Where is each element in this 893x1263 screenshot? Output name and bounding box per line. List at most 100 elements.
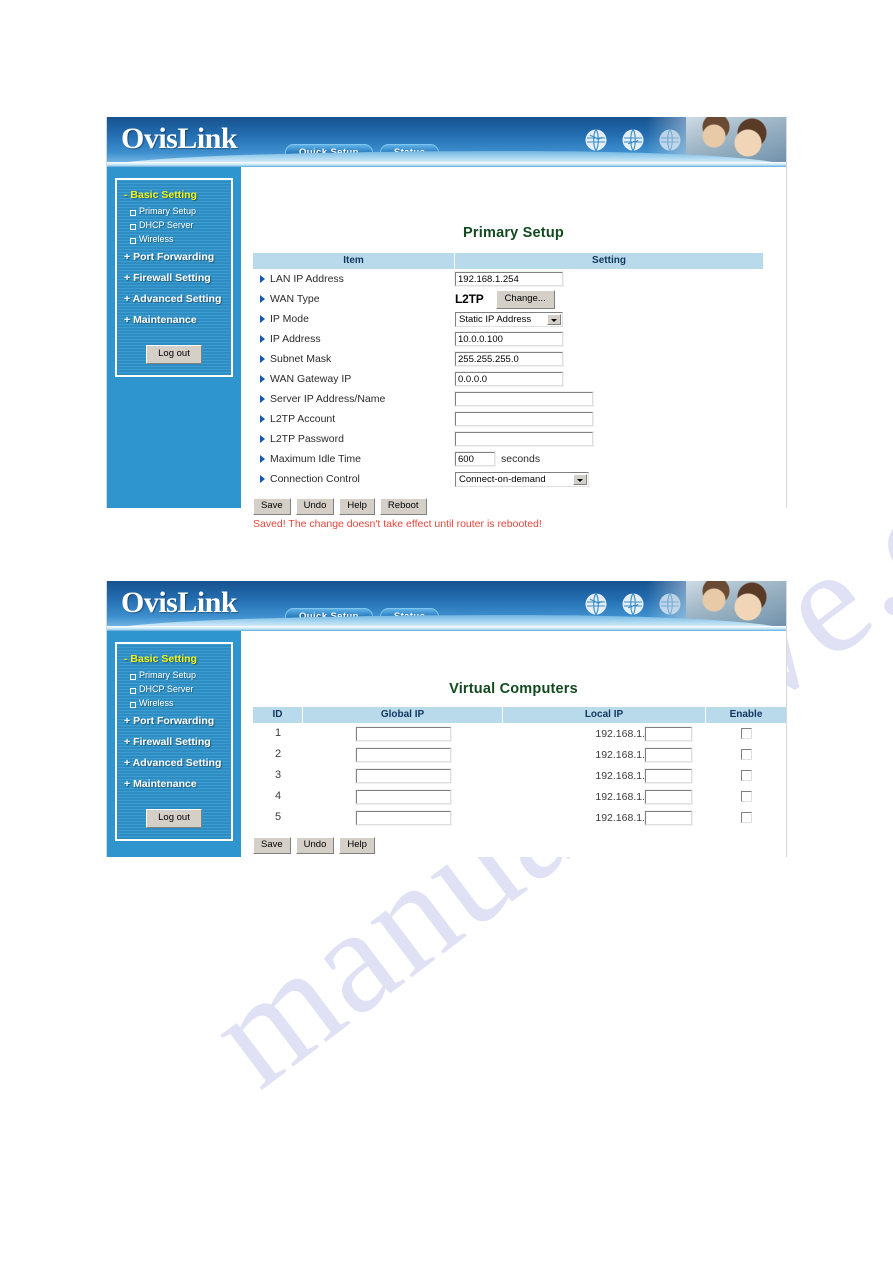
sidebar-item-primary-setup[interactable]: Primary Setup	[117, 204, 231, 218]
sidebar-group-prefix: -	[124, 189, 128, 201]
sidebar-item-advanced-setting[interactable]: + Advanced Setting	[117, 752, 231, 773]
server-ip-address-name-input[interactable]	[454, 391, 594, 407]
chevron-down-icon[interactable]	[573, 473, 587, 485]
sidebar-item-wireless[interactable]: Wireless	[117, 232, 231, 246]
logout-button[interactable]: Log out	[146, 345, 202, 364]
sidebar-group-prefix: +	[124, 293, 131, 305]
row-enable-cell	[706, 749, 786, 760]
sidebar-item-primary-setup[interactable]: Primary Setup	[117, 668, 231, 682]
enable-checkbox[interactable]	[740, 749, 752, 760]
page-title: Primary Setup	[463, 225, 564, 241]
logout-button[interactable]: Log out	[146, 809, 202, 828]
row-value-wrapper: 600 seconds	[454, 451, 540, 467]
sidebar-item-dhcp-server[interactable]: DHCP Server	[117, 682, 231, 696]
row-label: IP Mode	[270, 313, 309, 325]
global-ip-input[interactable]	[354, 767, 452, 784]
ip-mode-select[interactable]: Static IP Address	[455, 311, 563, 327]
row-id: 3	[274, 769, 282, 781]
local-ip-input[interactable]	[644, 809, 693, 826]
form-row-server-ip-address-name: Server IP Address/Name	[253, 389, 764, 409]
undo-button[interactable]: Undo	[295, 837, 335, 854]
row-enable-cell	[706, 728, 786, 739]
sidebar-group-prefix: -	[124, 653, 128, 665]
sidebar-item-firewall-setting[interactable]: + Firewall Setting	[117, 731, 231, 752]
bullet-triangle-icon	[260, 475, 265, 483]
sidebar-group-prefix: +	[124, 251, 131, 263]
globe-icon	[622, 593, 644, 615]
sidebar-item-basic-setting[interactable]: - Basic Setting	[117, 188, 231, 204]
wan-gateway-ip-input[interactable]: 0.0.0.0	[454, 371, 564, 387]
sidebar-item-port-forwarding[interactable]: + Port Forwarding	[117, 710, 231, 731]
local-ip-input[interactable]	[644, 725, 693, 742]
enable-checkbox[interactable]	[740, 791, 752, 802]
local-ip-input[interactable]	[644, 788, 693, 805]
sidebar-group-prefix: +	[124, 757, 131, 769]
connection-control-select[interactable]: Connect-on-demand	[455, 471, 589, 487]
row-label-wrapper: LAN IP Address	[253, 273, 455, 285]
row-value-wrapper	[454, 431, 594, 447]
row-local-ip-cell: 192.168.1.	[503, 767, 706, 784]
row-global-ip-cell	[303, 767, 503, 784]
status-message: Saved! The change doesn't take effect un…	[253, 518, 542, 530]
row-global-ip-cell	[303, 788, 503, 805]
row-id: 2	[274, 748, 282, 760]
save-button[interactable]: Save	[253, 498, 291, 515]
row-value-wrapper: 255.255.255.0	[454, 351, 564, 367]
local-ip-input[interactable]	[644, 746, 693, 763]
sidebar-item-maintenance[interactable]: + Maintenance	[117, 309, 231, 330]
ip-address-input[interactable]: 10.0.0.100	[454, 331, 564, 347]
table-row: 3 192.168.1.	[253, 765, 786, 786]
l2tp-password-input[interactable]	[454, 431, 594, 447]
row-enable-cell	[706, 770, 786, 781]
l2tp-account-input[interactable]	[454, 411, 594, 427]
row-label: Subnet Mask	[270, 353, 332, 365]
router-ui-screenshot-primary-setup: OvisLink Quick Setup Status	[106, 117, 787, 530]
sidebar-item-wireless[interactable]: Wireless	[117, 696, 231, 710]
sidebar-item-advanced-setting[interactable]: + Advanced Setting	[117, 288, 231, 309]
sidebar-item-firewall-setting[interactable]: + Firewall Setting	[117, 267, 231, 288]
column-header-global-ip: Global IP	[303, 707, 503, 723]
sidebar-item-basic-setting[interactable]: - Basic Setting	[117, 652, 231, 668]
row-local-ip-cell: 192.168.1.	[503, 788, 706, 805]
row-label: L2TP Password	[270, 433, 344, 445]
help-button[interactable]: Help	[339, 498, 375, 515]
enable-checkbox[interactable]	[740, 728, 752, 739]
help-button[interactable]: Help	[339, 837, 375, 854]
row-value-wrapper: L2TP Change...	[455, 289, 555, 309]
sidebar-group-label: Firewall Setting	[133, 736, 211, 748]
global-ip-input[interactable]	[354, 809, 452, 826]
table-row: 5 192.168.1.	[253, 807, 786, 828]
globe-icon	[585, 129, 607, 151]
lan-ip-address-input[interactable]: 192.168.1.254	[454, 271, 564, 287]
bullet-triangle-icon	[260, 295, 265, 303]
sidebar-item-maintenance[interactable]: + Maintenance	[117, 773, 231, 794]
sidebar-item-port-forwarding[interactable]: + Port Forwarding	[117, 246, 231, 267]
sidebar-group-label: Port Forwarding	[133, 251, 215, 263]
change-wan-type-button[interactable]: Change...	[495, 289, 555, 309]
bullet-triangle-icon	[260, 415, 265, 423]
subnet-mask-input[interactable]: 255.255.255.0	[454, 351, 564, 367]
chevron-down-icon[interactable]	[547, 313, 561, 325]
sidebar-group-label: Basic Setting	[130, 189, 197, 201]
column-header-enable: Enable	[706, 707, 786, 723]
row-local-ip-cell: 192.168.1.	[503, 809, 706, 826]
bullet-triangle-icon	[260, 315, 265, 323]
sidebar-item-dhcp-server[interactable]: DHCP Server	[117, 218, 231, 232]
local-ip-input[interactable]	[644, 767, 693, 784]
save-button[interactable]: Save	[253, 837, 291, 854]
undo-button[interactable]: Undo	[295, 498, 335, 515]
maximum-idle-time-input[interactable]: 600	[454, 451, 496, 467]
column-header-local-ip: Local IP	[503, 707, 706, 723]
form-row-wan-gateway-ip: WAN Gateway IP 0.0.0.0	[253, 369, 764, 389]
row-value-wrapper: 10.0.0.100	[454, 331, 564, 347]
global-ip-input[interactable]	[354, 788, 452, 805]
enable-checkbox[interactable]	[740, 812, 752, 823]
row-label: Maximum Idle Time	[270, 453, 362, 465]
global-ip-input[interactable]	[354, 746, 452, 763]
enable-checkbox[interactable]	[740, 770, 752, 781]
form-row-subnet-mask: Subnet Mask 255.255.255.0	[253, 349, 764, 369]
row-label-wrapper: L2TP Password	[253, 433, 455, 445]
form-row-ip-address: IP Address 10.0.0.100	[253, 329, 764, 349]
global-ip-input[interactable]	[354, 725, 452, 742]
reboot-button[interactable]: Reboot	[379, 498, 427, 515]
